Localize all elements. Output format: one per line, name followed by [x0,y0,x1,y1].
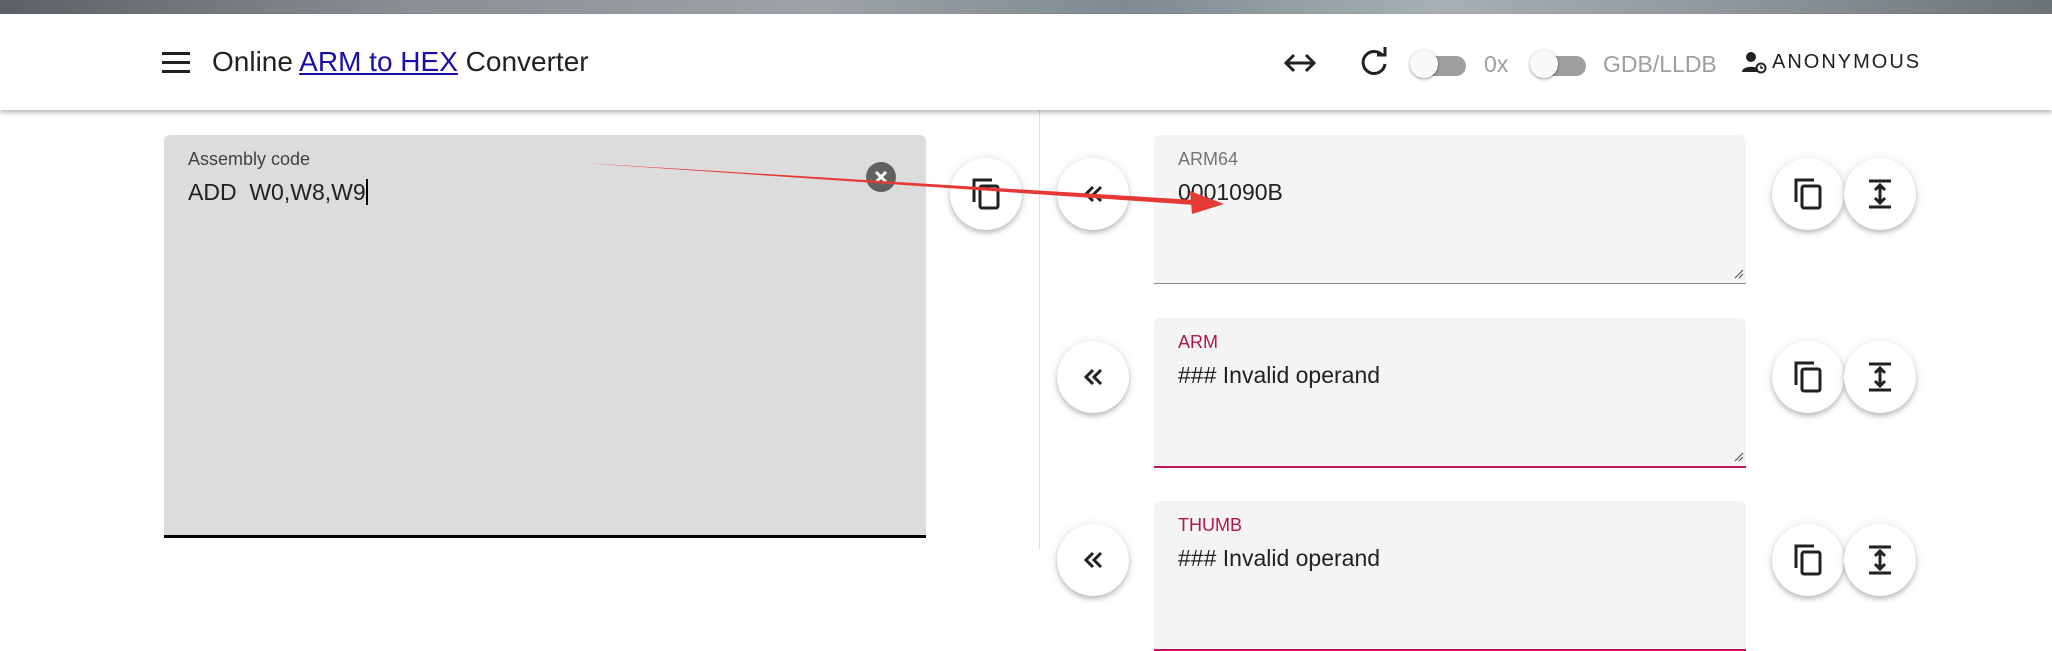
panel-divider [1039,110,1040,550]
title-link[interactable]: ARM to HEX [299,46,458,77]
toggle-gdb-label: GDB/LLDB [1603,51,1717,77]
copy-thumb-button[interactable] [1772,524,1844,596]
browser-background-strip [0,0,2052,14]
assembly-code-input[interactable]: Assembly code ADD W0,W8,W9 [164,135,926,538]
arm-value: ### Invalid operand [1178,362,1381,388]
expand-arm-button[interactable] [1844,341,1916,413]
app-bar: Online ARM to HEX Converter 0x GDB/LLDB … [0,14,2052,110]
menu-icon[interactable] [158,48,194,78]
page-title: Online ARM to HEX Converter [212,44,589,80]
refresh-icon[interactable] [1358,46,1390,78]
copy-arm-button[interactable] [1772,341,1844,413]
convert-arm-to-asm-button[interactable] [1057,341,1129,413]
toggle-0x-label: 0x [1484,51,1509,77]
double-chevron-left-icon [1083,368,1103,386]
resize-grip-icon[interactable] [1732,450,1744,462]
thumb-output[interactable]: THUMB ### Invalid operand [1154,501,1746,651]
title-prefix: Online [212,46,300,77]
copy-icon [1794,178,1822,210]
arm64-label: ARM64 [1178,149,1239,169]
expand-vertical-icon [1869,545,1891,575]
assembly-code-label: Assembly code [188,149,311,169]
expand-vertical-icon [1869,362,1891,392]
convert-thumb-to-asm-button[interactable] [1057,524,1129,596]
double-chevron-left-icon [1083,551,1103,569]
user-menu[interactable]: ANONYMOUS [1742,48,1921,76]
convert-arm64-to-asm-button[interactable] [1057,158,1129,230]
copy-icon [1794,544,1822,576]
toggle-gdb-switch[interactable] [1530,48,1586,80]
resize-grip-icon[interactable] [1732,267,1744,279]
expand-thumb-button[interactable] [1844,524,1916,596]
toggle-0x-switch[interactable] [1410,48,1466,80]
assembly-code-value: ADD W0,W8,W9 [188,179,368,205]
arm64-value: 0001090B [1178,179,1283,205]
title-suffix: Converter [457,46,589,77]
double-chevron-left-icon [1083,185,1103,203]
thumb-label: THUMB [1178,515,1242,535]
clear-icon[interactable] [866,162,896,192]
user-icon [1742,52,1767,74]
copy-icon [1794,361,1822,393]
arm64-output[interactable]: ARM64 0001090B [1154,135,1746,284]
arm-output[interactable]: ARM ### Invalid operand [1154,318,1746,468]
expand-arm64-button[interactable] [1844,158,1916,230]
expand-vertical-icon [1869,179,1891,209]
swap-horiz-icon[interactable] [1282,48,1318,78]
copy-assembly-button[interactable] [950,158,1022,230]
user-name: ANONYMOUS [1772,50,1922,73]
copy-arm64-button[interactable] [1772,158,1844,230]
arm-label: ARM [1178,332,1218,352]
thumb-value: ### Invalid operand [1178,545,1381,571]
copy-icon [972,178,1000,210]
